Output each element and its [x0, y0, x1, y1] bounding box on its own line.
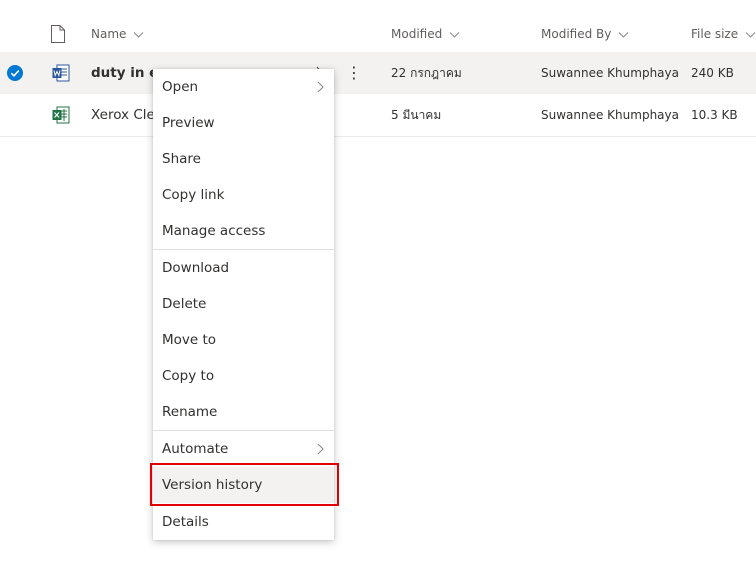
file-row[interactable]: Xerox Clea 5 มีนาคม Suwannee Khumphaya 1… — [0, 94, 756, 137]
menu-item-manage-access[interactable]: Manage access — [153, 213, 334, 249]
menu-item-delete[interactable]: Delete — [153, 286, 334, 322]
file-type-icon[interactable] — [50, 25, 66, 43]
menu-item-automate[interactable]: Automate — [153, 431, 334, 467]
column-header-modified-by-label: Modified By — [541, 27, 612, 41]
menu-item-copy-to[interactable]: Copy to — [153, 358, 334, 394]
menu-item-label: Download — [162, 260, 230, 276]
excel-file-icon — [52, 106, 70, 124]
menu-item-label: Details — [162, 514, 209, 530]
column-header-modified-by[interactable]: Modified By — [541, 15, 629, 53]
column-header-name-label: Name — [91, 27, 127, 41]
menu-item-label: Automate — [162, 441, 229, 457]
menu-item-label: Rename — [162, 404, 218, 420]
chevron-down-icon — [745, 31, 756, 38]
menu-item-label: Copy to — [162, 368, 215, 384]
column-header-file-size-label: File size — [691, 27, 739, 41]
menu-item-share[interactable]: Share — [153, 141, 334, 177]
menu-item-label: Open — [162, 79, 199, 95]
column-header-modified[interactable]: Modified — [391, 15, 460, 53]
menu-item-download[interactable]: Download — [153, 250, 334, 286]
column-header-modified-label: Modified — [391, 27, 443, 41]
menu-item-copy-link[interactable]: Copy link — [153, 177, 334, 213]
chevron-right-icon — [317, 443, 324, 455]
chevron-down-icon — [449, 31, 460, 38]
modified-date: 22 กรกฎาคม — [391, 65, 462, 80]
chevron-right-icon — [317, 81, 324, 93]
chevron-down-icon — [619, 31, 629, 38]
column-header-name[interactable]: Name — [91, 15, 144, 53]
menu-item-preview[interactable]: Preview — [153, 105, 334, 141]
modified-by: Suwannee Khumphaya — [541, 66, 679, 80]
column-header-file-size[interactable]: File size — [691, 15, 756, 53]
menu-item-details[interactable]: Details — [153, 504, 334, 540]
menu-item-label: Copy link — [162, 187, 225, 203]
column-header-row: Name Modified Modified By File size — [0, 15, 756, 53]
menu-item-label: Share — [162, 151, 201, 167]
word-file-icon — [52, 64, 70, 82]
checkmark-circle-icon[interactable] — [7, 65, 23, 81]
menu-item-rename[interactable]: Rename — [153, 394, 334, 430]
menu-item-open[interactable]: Open — [153, 69, 334, 105]
menu-item-label: Delete — [162, 296, 207, 312]
more-options-icon[interactable]: ⋮ — [346, 61, 362, 85]
modified-date: 5 มีนาคม — [391, 107, 442, 122]
menu-item-label: Manage access — [162, 223, 266, 239]
menu-item-move-to[interactable]: Move to — [153, 322, 334, 358]
file-size: 10.3 KB — [691, 108, 738, 122]
modified-by: Suwannee Khumphaya — [541, 108, 679, 122]
file-row[interactable]: duty in ea ⋮ 22 กรกฎาคม Suwannee Khumpha… — [0, 52, 756, 94]
file-size: 240 KB — [691, 66, 734, 80]
menu-item-label: Preview — [162, 115, 215, 131]
highlight-box — [150, 463, 339, 506]
chevron-down-icon — [134, 31, 144, 38]
menu-item-label: Move to — [162, 332, 217, 348]
